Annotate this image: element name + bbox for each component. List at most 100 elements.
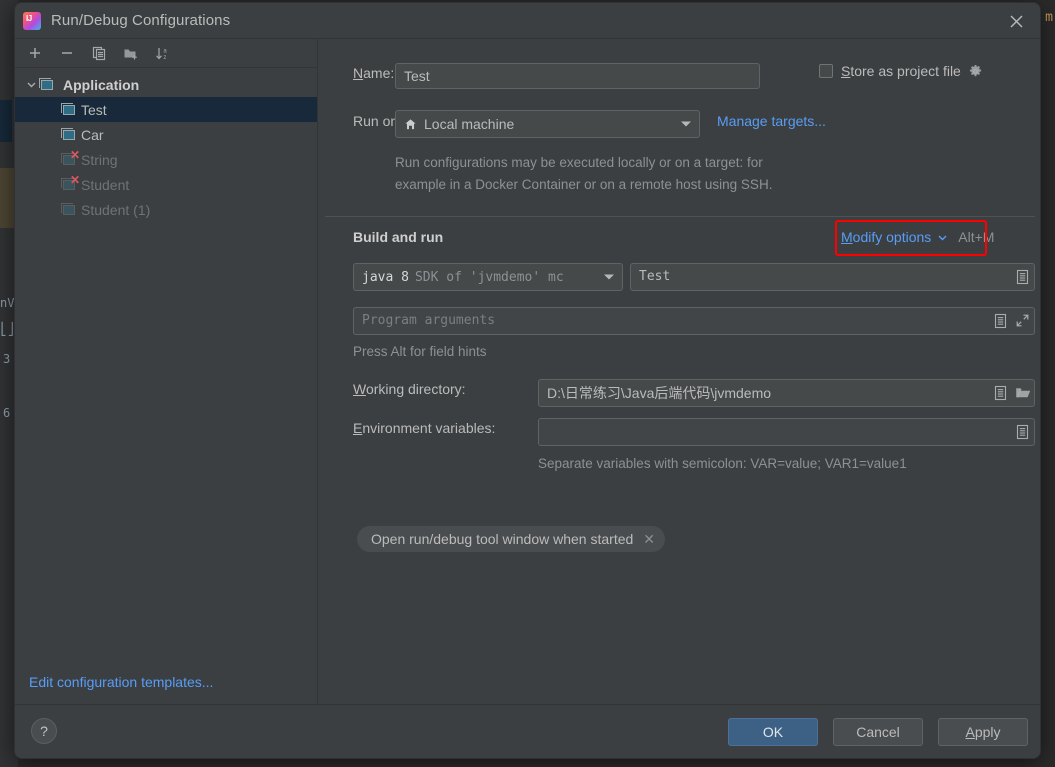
program-arguments-input[interactable]: Program arguments	[353, 307, 1035, 335]
list-dropdown-icon[interactable]	[1015, 424, 1030, 440]
sdk-value-dim: SDK of 'jvmdemo' mc	[414, 269, 564, 285]
main-class-field[interactable]: Test	[630, 263, 1035, 291]
dialog-title: Run/Debug Configurations	[51, 12, 231, 29]
expand-icon[interactable]	[1015, 313, 1030, 329]
copy-icon[interactable]	[89, 43, 109, 63]
name-row: Name:	[353, 65, 394, 81]
plus-icon[interactable]	[25, 43, 45, 63]
list-dropdown-icon[interactable]	[993, 385, 1008, 401]
application-error-icon: ✕	[61, 147, 80, 167]
gear-dropdown-icon[interactable]	[968, 64, 983, 79]
close-icon[interactable]: ✕	[643, 531, 655, 548]
chevron-down-icon[interactable]	[604, 274, 614, 280]
tree-item-string[interactable]: ✕ String	[15, 147, 317, 172]
close-icon[interactable]	[1002, 7, 1030, 35]
section-divider	[325, 216, 1035, 217]
help-button[interactable]: ?	[31, 718, 57, 744]
name-label: Name:	[353, 65, 395, 81]
store-as-project-file-checkbox[interactable]	[819, 64, 833, 78]
working-directory-field[interactable]: D:\日常练习\Java后端代码\jvmdemo	[538, 379, 1035, 407]
apply-button[interactable]: Apply	[938, 718, 1028, 746]
open-tool-window-chip[interactable]: Open run/debug tool window when started …	[357, 526, 666, 552]
sdk-value-bright: java 8	[362, 269, 409, 285]
application-error-icon: ✕	[61, 172, 80, 192]
working-directory-row: Working directory:	[353, 381, 466, 397]
name-input[interactable]: Test	[395, 63, 760, 89]
dialog-button-bar: ? OK Cancel Apply	[15, 704, 1040, 758]
configurations-tree: Application Test Car ✕ String ✕ Student …	[15, 68, 317, 222]
editor-fragment: 6	[3, 406, 11, 420]
folder-icon[interactable]	[1015, 385, 1031, 401]
environment-variables-label: Environment variables:	[353, 420, 496, 436]
edit-configuration-templates-link[interactable]: Edit configuration templates...	[29, 674, 213, 690]
run-on-hint-line1: Run configurations may be executed local…	[395, 155, 763, 170]
chevron-down-icon[interactable]	[937, 232, 948, 243]
main-class-field-icons	[1015, 269, 1030, 285]
sort-az-icon[interactable]: a z	[153, 43, 173, 63]
environment-variables-hint: Separate variables with semicolon: VAR=v…	[538, 456, 907, 471]
tree-item-test[interactable]: Test	[15, 97, 317, 122]
configurations-panel: a z Application Test Car ✕ String ✕ Stud…	[15, 39, 318, 704]
tree-group-label: Application	[63, 76, 140, 93]
ok-button[interactable]: OK	[728, 718, 818, 746]
manage-targets-link[interactable]: Manage targets...	[717, 113, 826, 129]
svg-text:z: z	[163, 55, 166, 61]
environment-variables-row: Environment variables:	[353, 420, 495, 436]
new-folder-icon[interactable]	[121, 43, 141, 63]
chevron-down-icon[interactable]	[681, 121, 691, 127]
program-arguments-field-icons	[993, 313, 1030, 329]
modify-options-shortcut: Alt+M	[958, 229, 995, 245]
minus-icon[interactable]	[57, 43, 77, 63]
editor-selection-strip	[0, 100, 12, 142]
field-hints-text: Press Alt for field hints	[353, 344, 487, 359]
sdk-dropdown[interactable]: java 8 SDK of 'jvmdemo' mc	[353, 263, 623, 291]
working-directory-label: Working directory:	[353, 381, 466, 397]
chip-label: Open run/debug tool window when started	[371, 531, 634, 547]
modify-options-row: Modify options Alt+M	[841, 229, 994, 245]
store-as-project-file-row: Store as project file	[819, 63, 983, 79]
store-as-project-file-label: Store as project file	[841, 63, 961, 79]
application-icon	[61, 127, 77, 142]
tree-item-label: String	[81, 151, 118, 168]
application-icon	[61, 102, 77, 117]
local-machine-icon	[404, 118, 417, 131]
dialog-titlebar: Run/Debug Configurations	[15, 3, 1040, 39]
main-class-input[interactable]: Test	[630, 263, 1035, 291]
tree-item-car[interactable]: Car	[15, 122, 317, 147]
list-dropdown-icon[interactable]	[993, 313, 1008, 329]
modify-options-link[interactable]: Modify options	[841, 229, 931, 245]
configurations-toolbar: a z	[15, 39, 317, 68]
environment-variables-field-icons	[1015, 424, 1030, 440]
editor-fragment: 3	[3, 352, 11, 366]
working-directory-input[interactable]: D:\日常练习\Java后端代码\jvmdemo	[538, 379, 1035, 407]
run-on-hint-line2: example in a Docker Container or on a re…	[395, 177, 773, 192]
editor-fragment-right: m	[1045, 10, 1053, 25]
run-on-dropdown[interactable]: Local machine	[395, 110, 700, 138]
editor-fragment: ⎣⎦	[0, 322, 15, 336]
cancel-button[interactable]: Cancel	[833, 718, 923, 746]
error-badge-icon: ✕	[69, 147, 80, 162]
svg-text:a: a	[163, 48, 167, 54]
tree-item-label: Car	[81, 126, 104, 143]
application-icon	[39, 77, 55, 92]
tree-group-application[interactable]: Application	[15, 72, 317, 97]
tree-item-label: Student	[81, 176, 130, 193]
tree-item-student[interactable]: ✕ Student	[15, 172, 317, 197]
environment-variables-field[interactable]	[538, 418, 1035, 446]
environment-variables-input[interactable]	[538, 418, 1035, 446]
list-dropdown-icon[interactable]	[1015, 269, 1030, 285]
run-debug-configurations-dialog: Run/Debug Configurations	[14, 2, 1041, 759]
editor-highlight-strip	[0, 168, 14, 228]
application-icon	[61, 202, 77, 217]
working-directory-field-icons	[993, 385, 1031, 401]
program-arguments-field[interactable]: Program arguments	[353, 307, 1035, 335]
configuration-form: Name: Test Store as project file Run on:…	[319, 39, 1040, 704]
editor-fragment: nV	[0, 296, 15, 310]
tree-item-label: Test	[81, 101, 107, 118]
build-and-run-title: Build and run	[353, 229, 444, 245]
chevron-down-icon[interactable]	[23, 79, 39, 90]
tree-item-label: Student (1)	[81, 201, 151, 218]
tree-item-student-1[interactable]: Student (1)	[15, 197, 317, 222]
error-badge-icon: ✕	[69, 172, 80, 187]
run-on-value: Local machine	[424, 116, 515, 132]
